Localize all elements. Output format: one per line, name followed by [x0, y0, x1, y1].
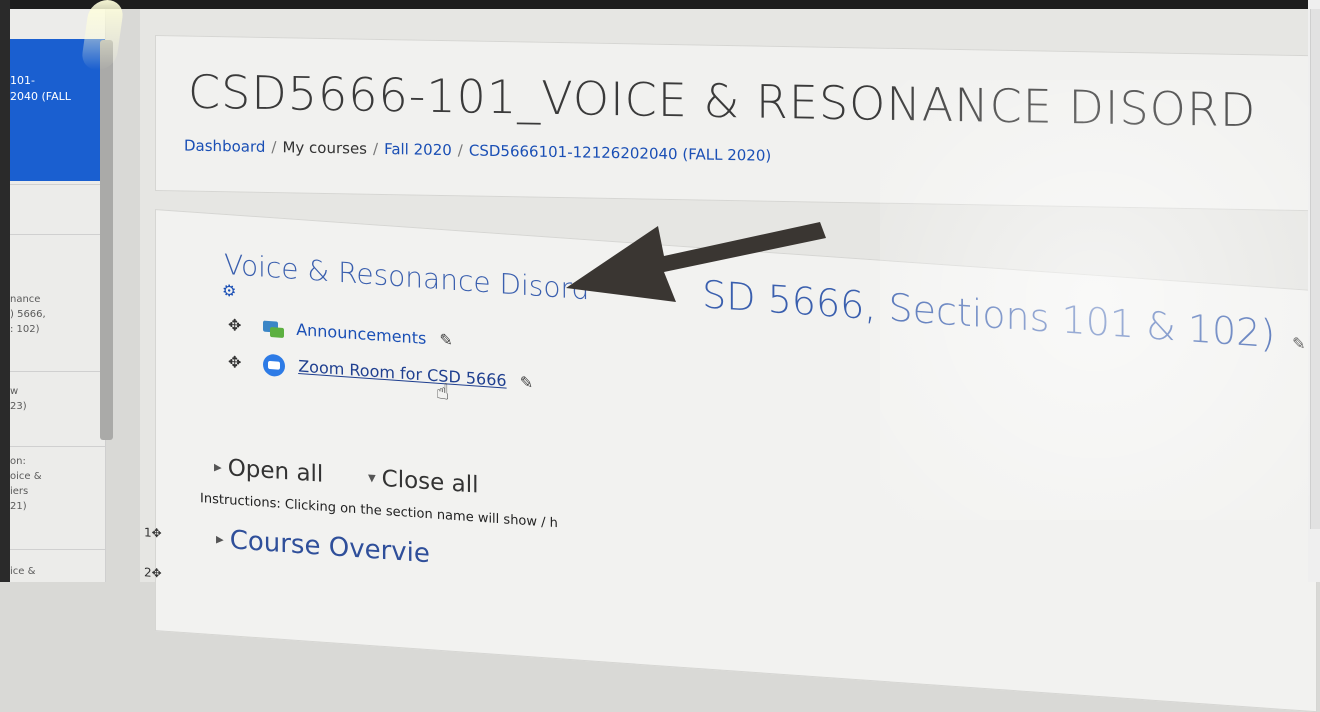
close-all-button[interactable]: ▼ Close all	[368, 465, 479, 499]
breadcrumb: Dashboard / My courses / Fall 2020 / CSD566610…	[184, 137, 771, 165]
nav-divider	[10, 446, 105, 447]
nav-item-label-line: w	[10, 386, 19, 397]
nav-item-label-line: 21)	[10, 501, 27, 512]
nav-item-label-line: ice &	[10, 566, 36, 577]
nav-item-label-line: 23)	[10, 401, 27, 412]
section-number: 1✥	[144, 525, 162, 540]
hand-pointer-icon: ☝	[436, 379, 450, 406]
page-header: CSD5666-101_VOICE & RESONANCE DISORD Das…	[155, 35, 1317, 212]
breadcrumb-dashboard[interactable]: Dashboard	[184, 137, 265, 156]
breadcrumb-fall-2020[interactable]: Fall 2020	[384, 140, 452, 159]
move-icon[interactable]: ✥	[228, 315, 246, 335]
nav-divider	[10, 234, 105, 235]
nav-item-label-line: oice &	[10, 471, 42, 482]
caret-right-icon: ▶	[214, 462, 222, 474]
main-region: CSD5666-101_VOICE & RESONANCE DISORD Das…	[140, 9, 1317, 712]
move-icon[interactable]: ✥	[152, 526, 162, 541]
open-all-button[interactable]: ▶ Open all	[214, 454, 323, 488]
pencil-icon[interactable]: ✎	[520, 372, 533, 392]
section-number-label: 1	[144, 525, 152, 540]
page-title: CSD5666-101_VOICE & RESONANCE DISORD	[188, 64, 1257, 138]
nav-item-section[interactable]: w 23)	[10, 384, 27, 414]
nav-scrollbar[interactable]	[100, 40, 113, 440]
section-course-overview-label: Course Overvie	[229, 525, 430, 570]
course-nav-drawer: 101- 2040 (FALL nance ) 5666, : 102) w 2…	[10, 9, 106, 582]
nav-divider	[10, 371, 105, 372]
caret-down-icon: ▼	[367, 472, 376, 485]
section-number: 2✥	[144, 565, 162, 580]
breadcrumb-separator: /	[373, 139, 379, 158]
section-course-overview[interactable]: ▶ Course Overvie	[216, 524, 430, 569]
breadcrumb-my-courses[interactable]: My courses	[282, 138, 367, 157]
nav-divider	[10, 184, 105, 185]
breadcrumb-separator: /	[457, 141, 463, 160]
screen-bezel-top	[0, 0, 1320, 9]
zoom-room-link[interactable]: Zoom Room for CSD 5666	[298, 357, 506, 391]
announcements-link[interactable]: Announcements	[296, 320, 426, 348]
page-scrollbar[interactable]	[1310, 9, 1320, 529]
pencil-icon[interactable]: ✎	[1292, 334, 1305, 354]
nav-item-label-line: iers	[10, 486, 29, 497]
move-icon[interactable]: ✥	[228, 352, 246, 372]
gear-icon[interactable]: ⚙	[222, 281, 236, 301]
nav-item-section[interactable]: on: oice & iers 21)	[10, 454, 42, 514]
breadcrumb-separator: /	[271, 138, 277, 157]
activity-zoom-room: ✥ Zoom Room for CSD 5666 ✎	[228, 351, 533, 394]
forum-icon	[263, 318, 285, 340]
section-title-occluded	[598, 300, 693, 307]
close-all-label: Close all	[381, 465, 479, 499]
breadcrumb-course[interactable]: CSD5666101-12126202040 (FALL 2020)	[469, 141, 771, 164]
instructions-text: Instructions: Clicking on the section na…	[200, 491, 558, 532]
open-all-label: Open all	[227, 455, 324, 488]
nav-divider	[10, 549, 105, 550]
nav-item-label-line: ) 5666,	[10, 309, 46, 320]
section-title-text: SD 5666, Sections 101 & 102)	[702, 272, 1276, 357]
section-toggle-controls: ▶ Open all ▼ Close all	[214, 454, 479, 499]
move-icon[interactable]: ✥	[152, 566, 162, 581]
nav-item-label-line: on:	[10, 456, 26, 467]
screen-bezel-left	[0, 0, 10, 582]
caret-right-icon: ▶	[216, 534, 224, 546]
section-title-text: Voice & Resonance Disord	[224, 247, 590, 307]
nav-item-section[interactable]: ice &	[10, 564, 35, 579]
zoom-icon	[263, 353, 286, 378]
nav-item-label-line: nance	[10, 294, 41, 305]
activity-announcements: ✥ Announcements ✎	[228, 315, 453, 351]
course-content: Voice & Resonance Disord SD 5666, Sectio…	[144, 209, 1317, 712]
pencil-icon[interactable]: ✎	[439, 330, 452, 350]
section-number-label: 2	[144, 565, 152, 580]
nav-item-label-line: : 102)	[10, 324, 40, 335]
nav-item-label-line: 101-	[10, 74, 35, 87]
nav-item-label-line: 2040 (FALL	[10, 90, 71, 103]
nav-item-section[interactable]: nance ) 5666, : 102)	[10, 292, 46, 337]
